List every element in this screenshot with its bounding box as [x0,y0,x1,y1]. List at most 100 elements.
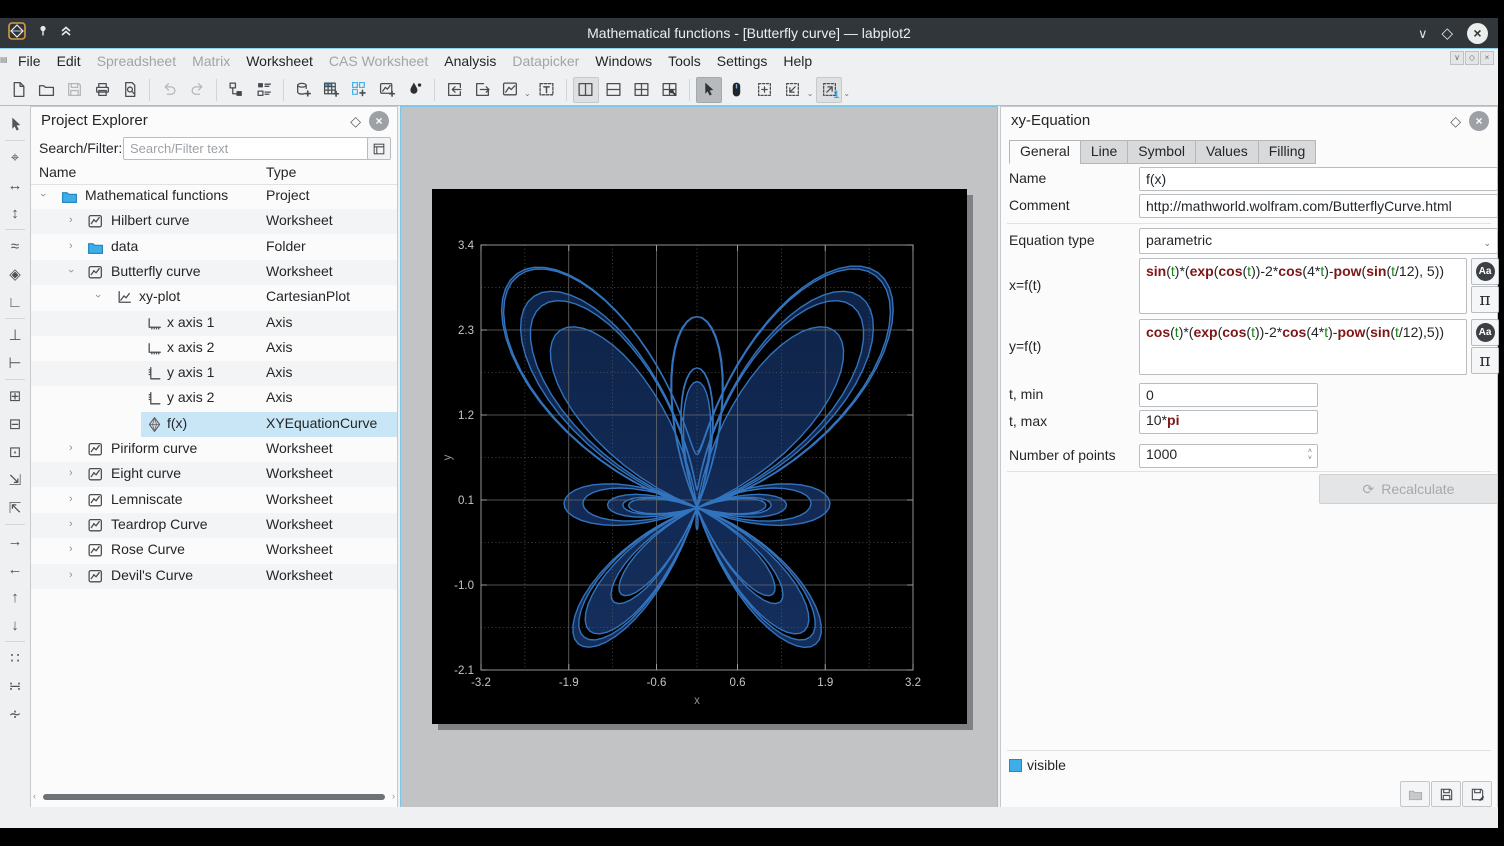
add-x-axis-icon[interactable]: ⊥ [2,322,28,348]
tab-line[interactable]: Line [1080,140,1127,164]
spinner-arrows-icon[interactable]: ˄˅ [1308,448,1312,462]
tree-row-rose-curve[interactable]: ›Rose CurveWorksheet [31,538,397,563]
filter-options-button[interactable] [367,137,391,160]
close-icon[interactable]: × [1467,23,1488,44]
magnification-dropdown-icon[interactable]: ⌄ [807,89,814,98]
tree-row-butterfly-curve[interactable]: ›Butterfly curveWorksheet [31,260,397,285]
menu-file[interactable]: File [10,49,49,74]
toggle-properties-explorer-icon[interactable] [251,77,277,103]
new-matrix-icon[interactable] [346,77,372,103]
toggle-project-explorer-icon[interactable] [223,77,249,103]
visible-checkbox[interactable] [1009,759,1022,772]
print-preview-icon[interactable] [117,77,143,103]
tab-filling[interactable]: Filling [1258,140,1317,164]
pi-button[interactable]: π [1471,286,1499,313]
auto-scale-icon[interactable]: ∷ [2,645,28,671]
edit-layout-icon[interactable] [657,77,683,103]
menu-edit[interactable]: Edit [49,49,89,74]
maximize-icon[interactable]: ◇ [1441,26,1453,41]
shift-right-icon[interactable]: → [2,528,28,554]
tree-row-f-x-[interactable]: f(x)XYEquationCurve [31,412,397,437]
pin-icon[interactable] [36,24,50,43]
column-type[interactable]: Type [266,164,296,180]
new-worksheet-icon[interactable] [374,77,400,103]
search-filter-input[interactable] [123,137,387,160]
tree-row-lemniscate[interactable]: ›LemniscateWorksheet [31,488,397,513]
equation-type-select[interactable]: parametric ⌄ [1139,228,1498,254]
worksheet-page[interactable]: 3.42.31.20.1-1.0-2.1-3.2-1.9-0.60.61.93.… [432,189,967,724]
load-function-button[interactable] [1400,781,1430,807]
shift-down-icon[interactable]: ↓ [2,612,28,638]
zoom-preset-dropdown-icon[interactable]: ⌄ [843,89,850,98]
zoom-in-x-icon[interactable]: ⇲ [2,467,28,493]
collapse-icon[interactable] [60,24,72,42]
tree-row-y-axis-2[interactable]: y axis 2Axis [31,386,397,411]
tree-row-xy-plot[interactable]: ›xy-plotCartesianPlot [31,285,397,310]
expand-expander-icon[interactable]: › [69,543,73,555]
tree-row-eight-curve[interactable]: ›Eight curveWorksheet [31,462,397,487]
menu-tools[interactable]: Tools [660,49,709,74]
new-spreadsheet-icon[interactable] [318,77,344,103]
menu-worksheet[interactable]: Worksheet [238,49,321,74]
float-panel-icon[interactable]: ◇ [1450,113,1461,130]
save-edit-function-button[interactable] [1462,781,1492,807]
column-name[interactable]: Name [39,164,76,180]
add-axis-icon[interactable]: ∟ [2,289,28,315]
add-xy-curve-icon[interactable]: ≈ [2,233,28,259]
expand-expander-icon[interactable]: › [69,569,73,581]
horizontal-layout-icon[interactable] [601,77,627,103]
open-file-icon[interactable] [33,77,59,103]
tab-values[interactable]: Values [1195,140,1258,164]
menu-help[interactable]: Help [775,49,820,74]
vertical-layout-icon[interactable] [573,77,599,103]
expand-expander-icon[interactable]: › [69,442,73,454]
menu-settings[interactable]: Settings [709,49,776,74]
worksheet-view[interactable]: 3.42.31.20.1-1.0-2.1-3.2-1.9-0.60.61.93.… [400,106,998,808]
shift-up-icon[interactable]: ↑ [2,584,28,610]
new-file-icon[interactable] [5,77,31,103]
add-text-label-icon[interactable] [534,77,560,103]
navigate-mode-icon[interactable] [724,77,750,103]
tmin-field[interactable] [1139,383,1318,407]
tree-row-teardrop-curve[interactable]: ›Teardrop CurveWorksheet [31,513,397,538]
select-mode-icon[interactable] [696,77,722,103]
constants-button[interactable]: Aa [1471,258,1499,285]
shade-icon[interactable]: ∨ [1418,27,1428,40]
expand-expander-icon[interactable]: › [69,240,73,252]
tab-symbol[interactable]: Symbol [1127,140,1195,164]
x-equation-input[interactable]: sin(t)*(exp(cos(t))-2*cos(4*t)-pow(sin(t… [1139,258,1467,314]
tree-row-piriform-curve[interactable]: ›Piriform curveWorksheet [31,437,397,462]
grid-layout-icon[interactable] [629,77,655,103]
close-panel-icon[interactable]: × [1469,111,1489,131]
expand-expander-icon[interactable]: › [69,467,73,479]
zoom-fit-icon[interactable]: ⊡ [2,439,28,465]
menu-analysis[interactable]: Analysis [436,49,504,74]
expand-expander-icon[interactable]: › [69,214,73,226]
expand-expander-icon[interactable]: › [69,493,73,505]
recalculate-button[interactable]: ⟳ Recalculate [1319,474,1498,504]
mdi-window-controls[interactable]: ∨◇× [1450,51,1494,65]
cursor-select-icon[interactable] [2,111,28,137]
add-equation-curve-icon[interactable]: ◈ [2,261,28,287]
export-icon[interactable] [469,77,495,103]
import-icon[interactable] [441,77,467,103]
menu-windows[interactable]: Windows [587,49,660,74]
title-bar[interactable]: Mathematical functions - [Butterfly curv… [0,18,1498,48]
auto-scale-x-icon[interactable]: ∺ [2,673,28,699]
collapse-expander-icon[interactable]: › [92,294,104,298]
name-field[interactable] [1139,167,1498,191]
visible-checkbox-row[interactable]: visible [1009,757,1066,773]
zoom-select-icon[interactable]: ⌖ [2,144,28,170]
expand-expander-icon[interactable]: › [69,518,73,530]
add-y-axis-icon[interactable]: ⊢ [2,350,28,376]
tree-row-data[interactable]: ›dataFolder [31,235,397,260]
zoom-preset-icon[interactable]: 1 [816,77,842,103]
constants-button[interactable]: Aa [1471,319,1499,346]
horizontal-scrollbar[interactable]: ‹ › [31,792,397,802]
float-panel-icon[interactable]: ◇ [350,113,361,130]
tmax-field[interactable]: 10*pi [1139,410,1318,434]
move-horizontal-icon[interactable]: ↔ [2,172,28,198]
new-plot-icon[interactable] [497,77,523,103]
auto-scale-y-icon[interactable]: ∻ [2,701,28,727]
tree-row-x-axis-1[interactable]: x axis 1Axis [31,311,397,336]
